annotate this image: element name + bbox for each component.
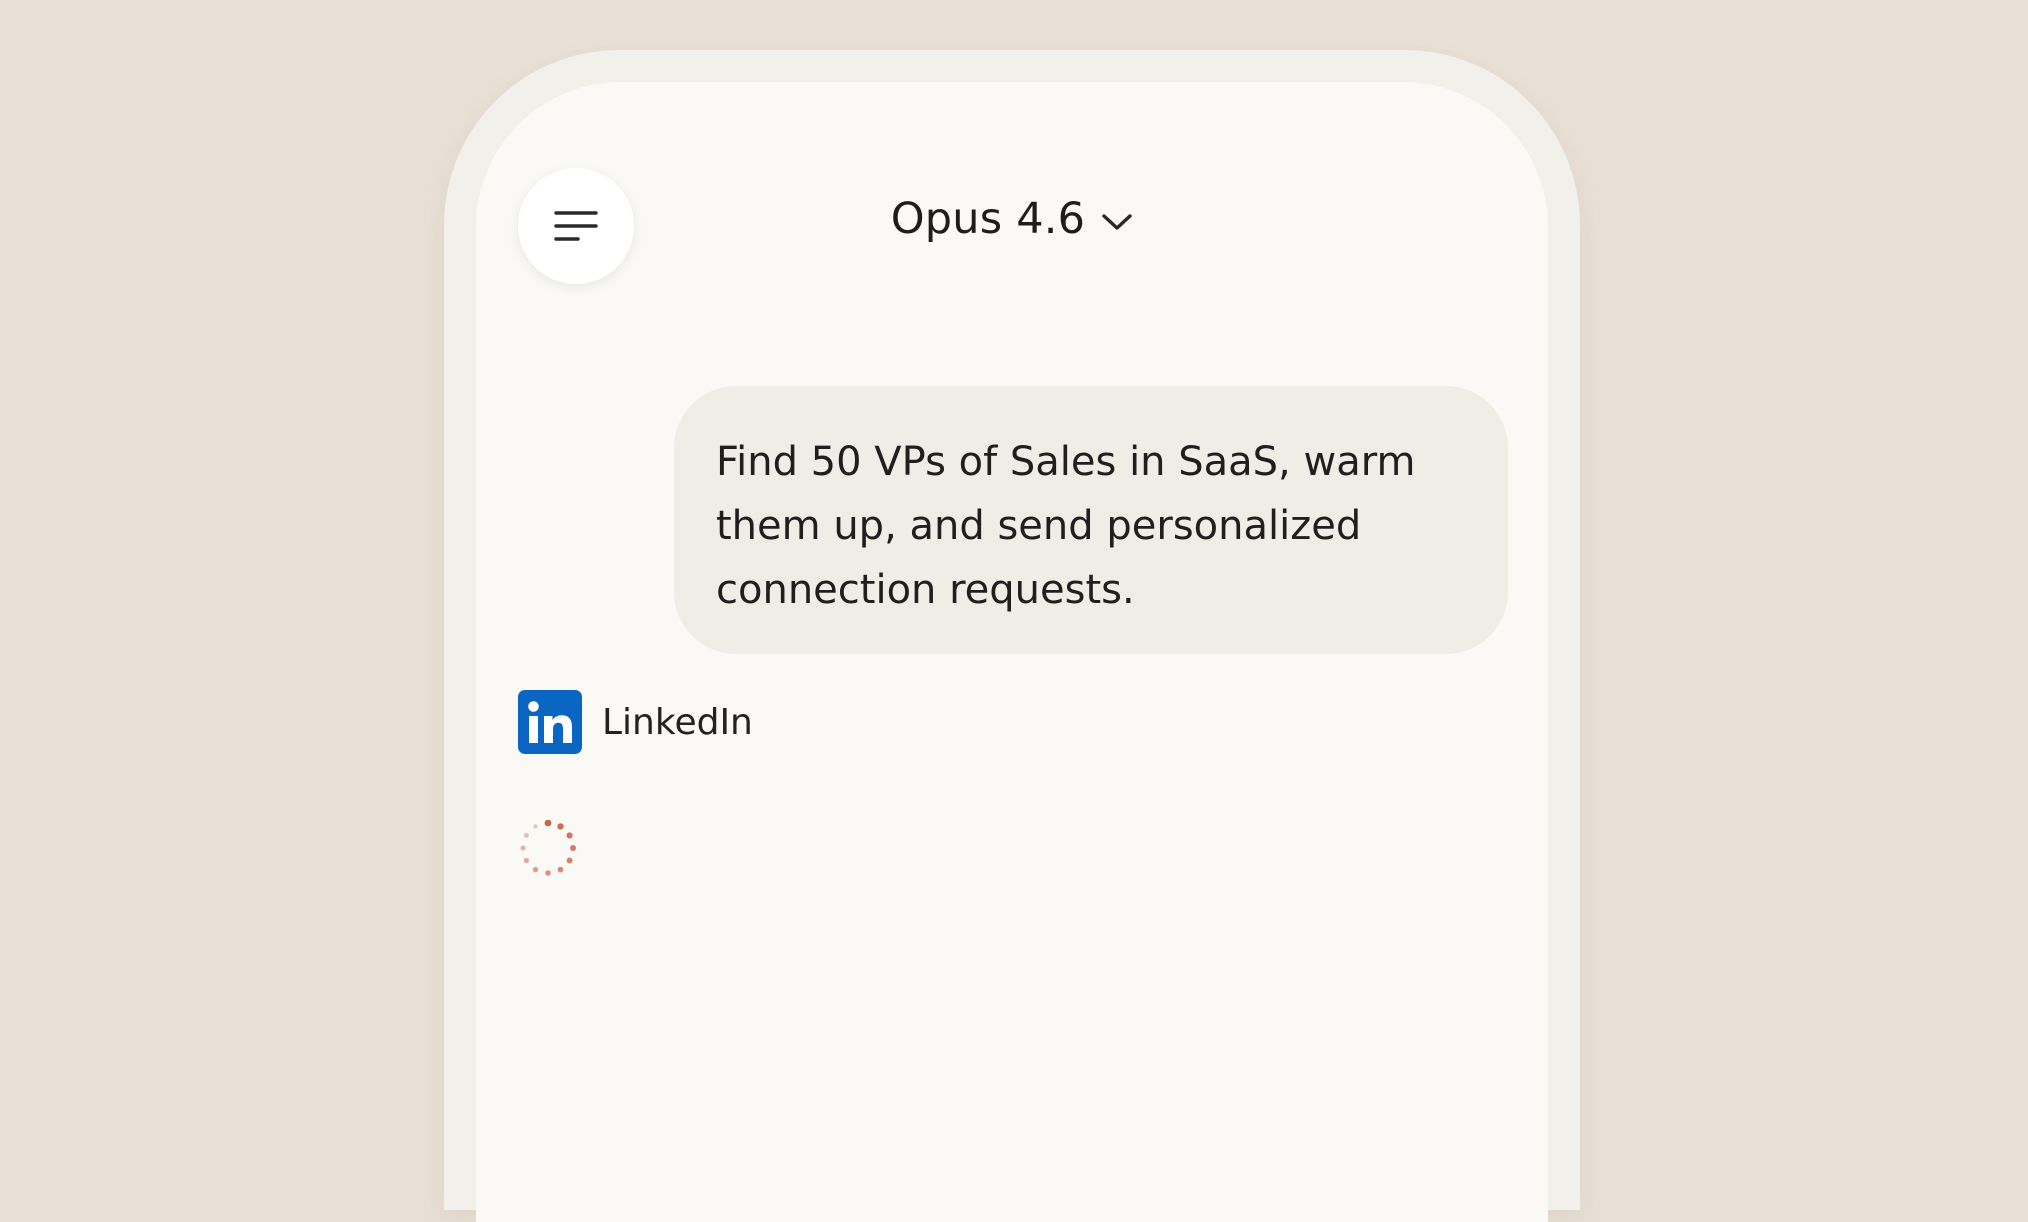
linkedin-icon [518, 690, 582, 754]
user-message-bubble: Find 50 VPs of Sales in SaaS, warm them … [674, 386, 1508, 654]
tool-name: LinkedIn [602, 701, 753, 743]
user-message-text: Find 50 VPs of Sales in SaaS, warm them … [716, 439, 1416, 613]
phone-frame: Opus 4.6 Find 50 VPs of Sales in SaaS, w… [444, 50, 1580, 1222]
chat-screen: Opus 4.6 Find 50 VPs of Sales in SaaS, w… [476, 82, 1548, 1222]
model-name: Opus 4.6 [890, 194, 1086, 244]
loading-spinner-icon [520, 820, 576, 876]
model-selector[interactable]: Opus 4.6 [476, 194, 1548, 244]
chevron-down-icon [1102, 214, 1132, 230]
tool-call-row[interactable]: LinkedIn [518, 690, 753, 754]
